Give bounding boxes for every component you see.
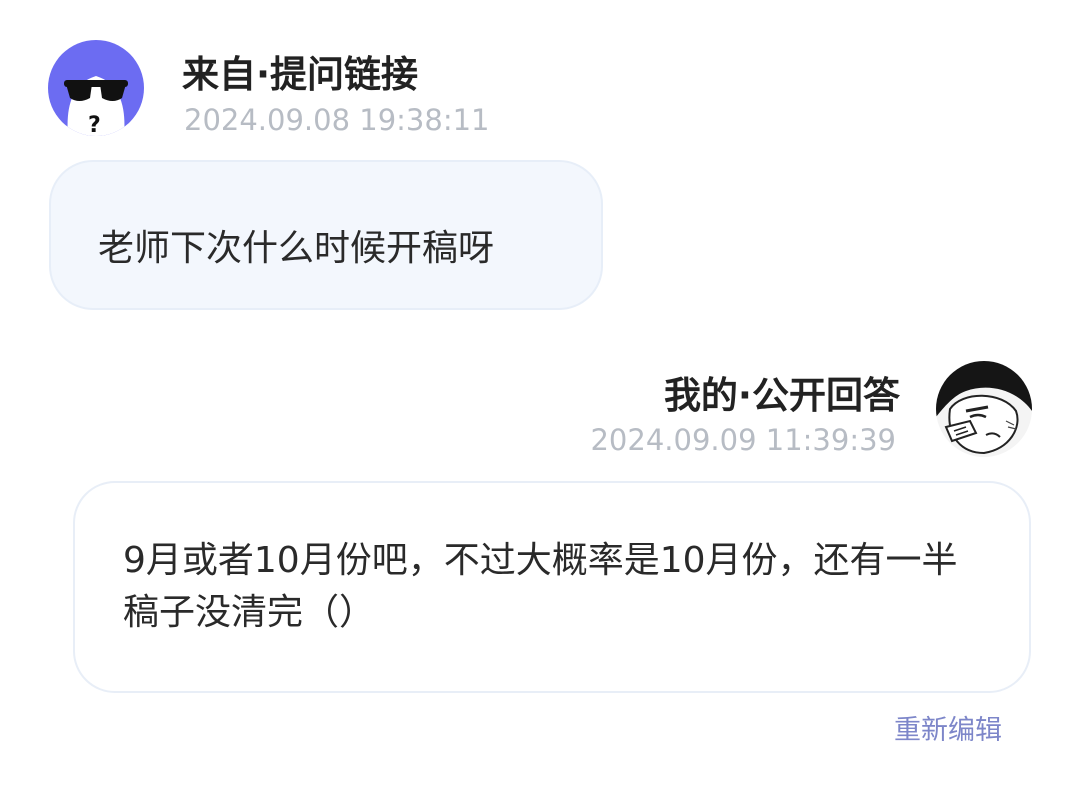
answer-source-title: 我的·公开回答 [663, 374, 900, 417]
manga-character-avatar-icon [936, 361, 1032, 457]
answer-bubble: 9月或者10月份吧，不过大概率是10月份，还有一半稿子没清完（） [73, 481, 1031, 693]
answer-timestamp: 2024.09.09 11:39:39 [590, 423, 896, 457]
sunglasses-avatar-icon: ? [48, 40, 144, 136]
re-edit-button[interactable]: 重新编辑 [894, 708, 1002, 747]
answer-text: 9月或者10月份吧，不过大概率是10月份，还有一半稿子没清完（） [123, 540, 958, 633]
question-timestamp: 2024.09.08 19:38:11 [184, 103, 490, 137]
answerer-avatar[interactable] [936, 361, 1032, 457]
question-bubble: 老师下次什么时候开稿呀 [49, 160, 603, 310]
question-source-title: 来自·提问链接 [182, 53, 419, 96]
svg-text:?: ? [88, 113, 101, 136]
question-text: 老师下次什么时候开稿呀 [98, 228, 495, 269]
qa-thread: ? 来自·提问链接 2024.09.08 19:38:11 老师下次什么时候开稿… [0, 0, 1080, 785]
asker-avatar[interactable]: ? [48, 40, 144, 136]
